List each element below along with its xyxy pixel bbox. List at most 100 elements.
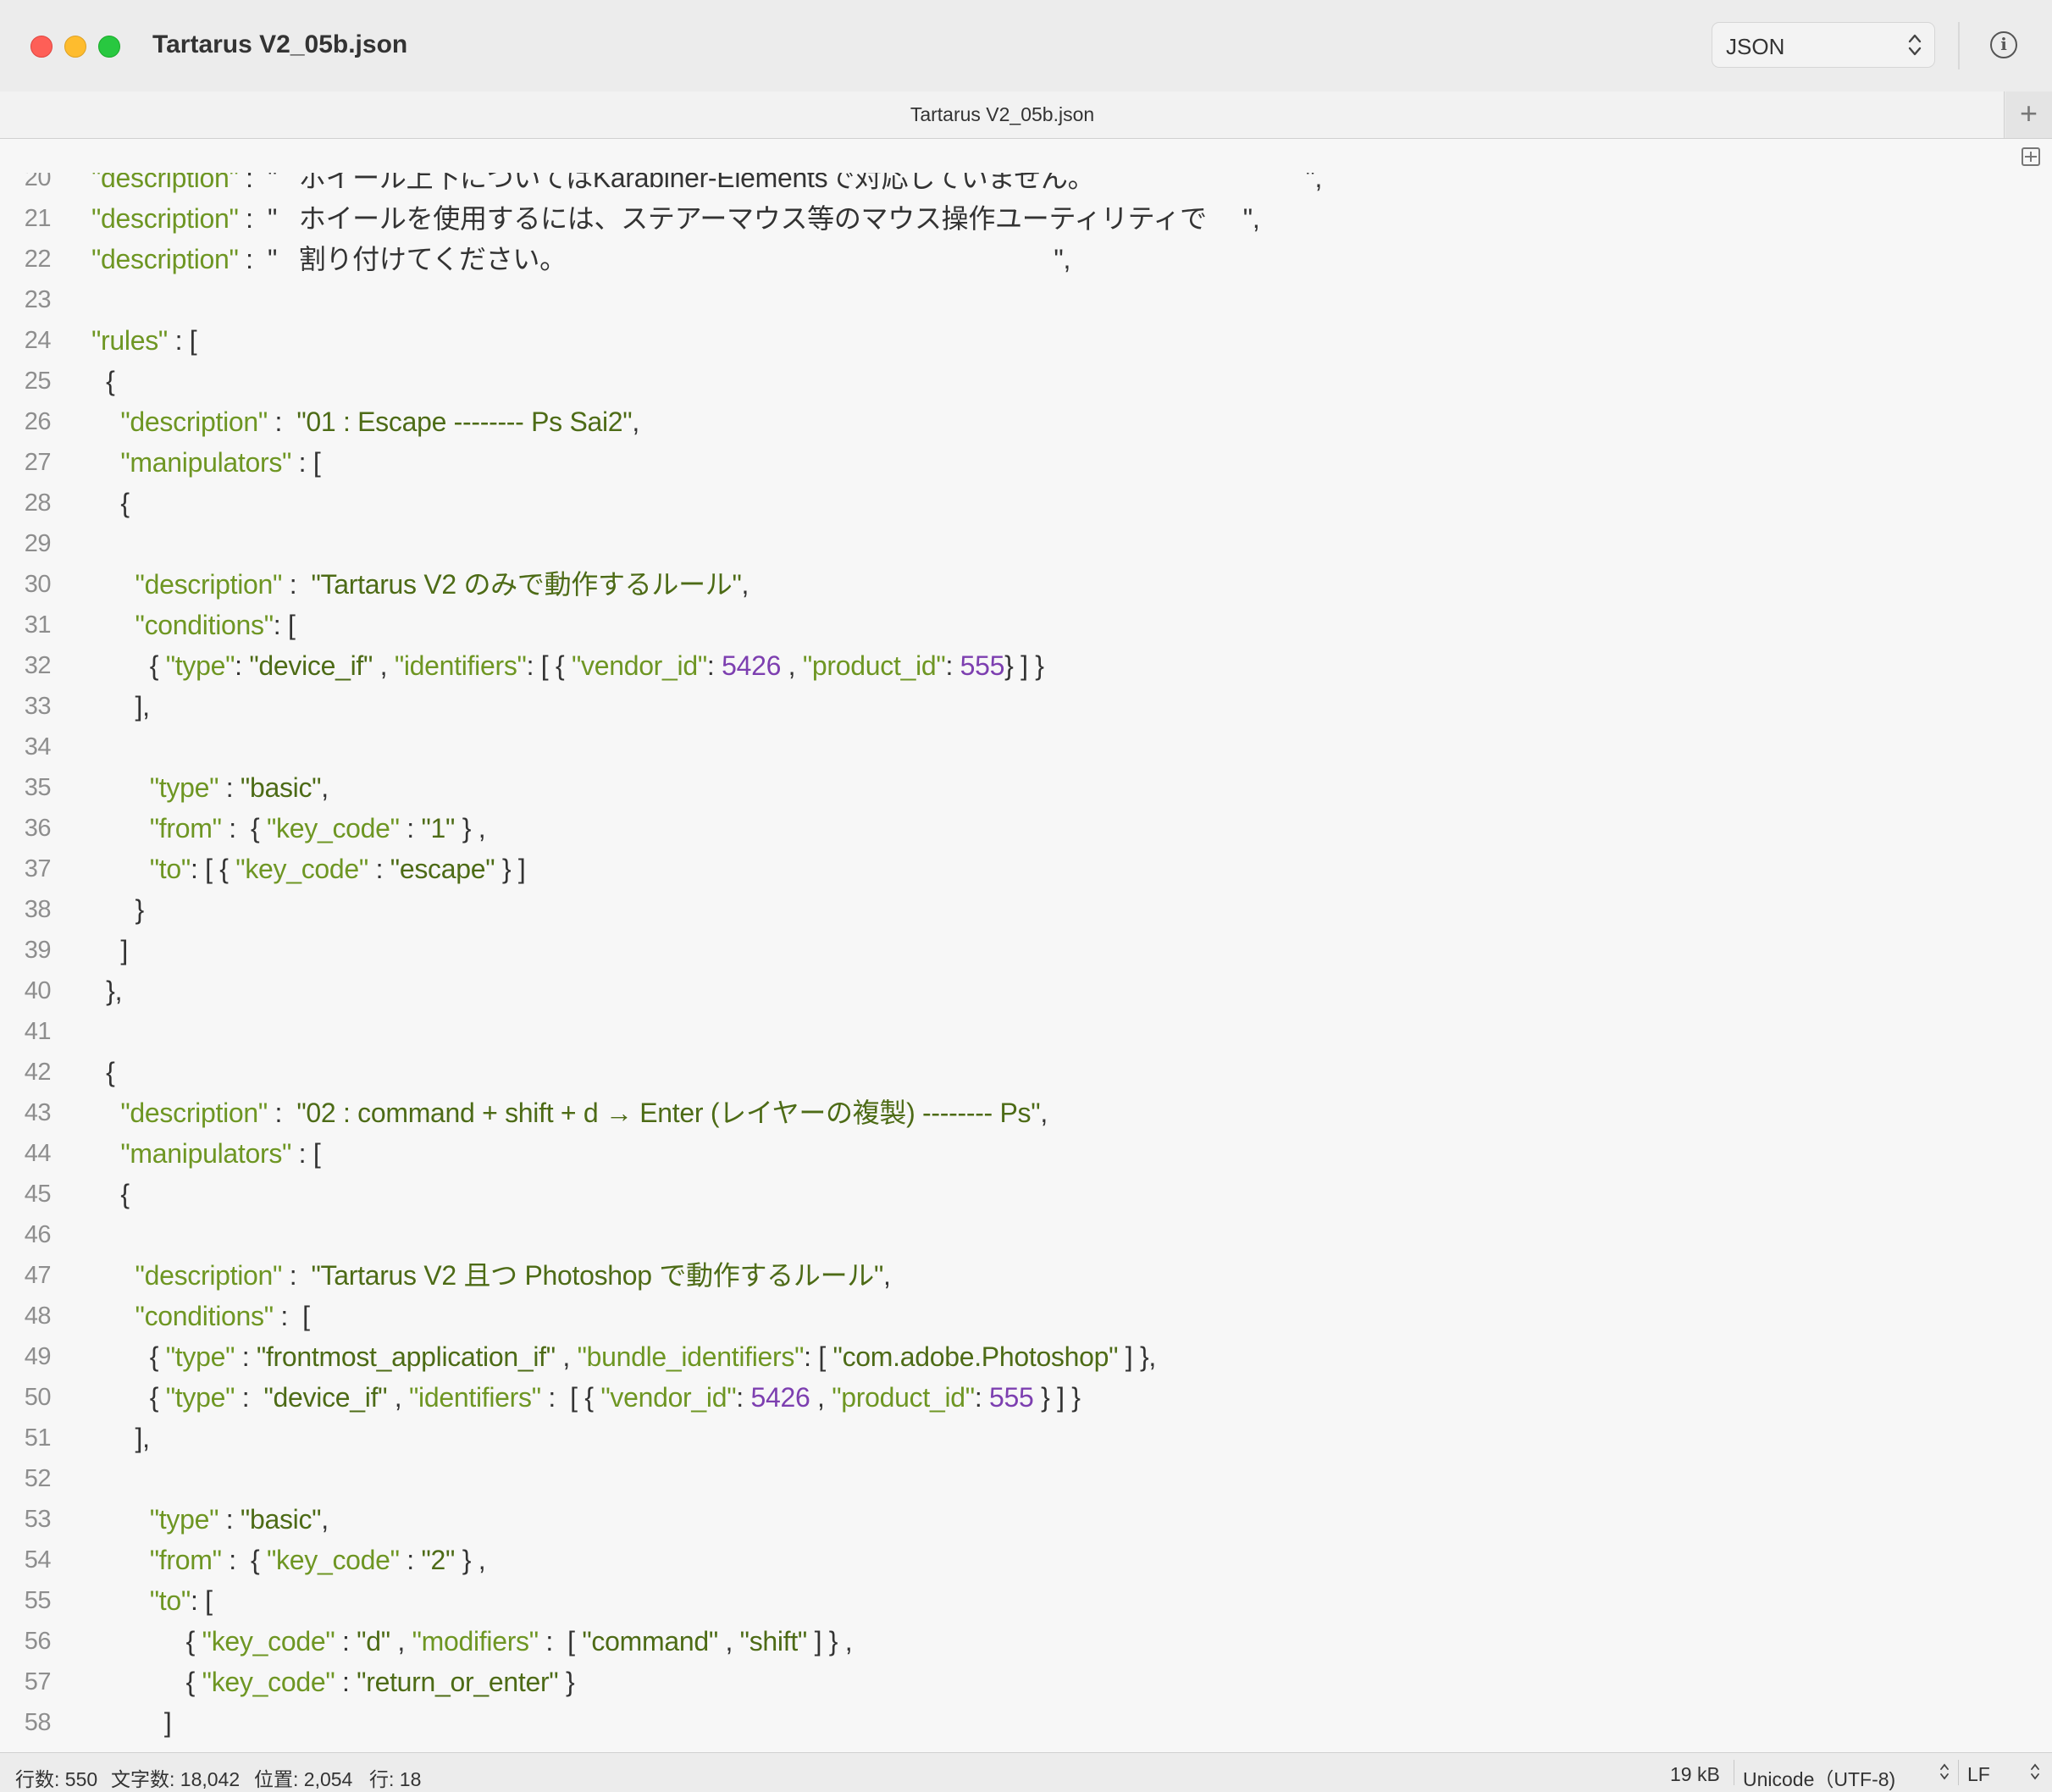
code-line[interactable]: 45 {: [0, 1174, 2052, 1214]
code-text[interactable]: {: [91, 361, 115, 401]
code-line[interactable]: 49 { "type" : "frontmost_application_if"…: [0, 1336, 2052, 1377]
code-text[interactable]: }: [91, 1743, 145, 1752]
code-line[interactable]: 26 "description" : "01 : Escape --------…: [0, 401, 2052, 442]
title-bar[interactable]: Tartarus V2_05b.json JSON i: [0, 0, 2052, 91]
code-lines[interactable]: 20 "description" : " ホイール上下についてはKarabiner…: [0, 158, 2052, 1752]
code-line[interactable]: 39 ]: [0, 930, 2052, 971]
line-ending-select[interactable]: LF: [1967, 1763, 1990, 1786]
code-line[interactable]: 58 ]: [0, 1702, 2052, 1743]
code-line[interactable]: 28 {: [0, 483, 2052, 523]
code-text[interactable]: ],: [91, 1418, 151, 1458]
code-line[interactable]: 52: [0, 1458, 2052, 1499]
code-text[interactable]: ],: [91, 686, 151, 727]
code-text[interactable]: }: [91, 889, 145, 930]
line-number: 36: [24, 815, 52, 842]
json-punctuation: ,: [717, 1626, 740, 1656]
code-text[interactable]: "description" : "Tartarus V2 且つ Photosho…: [91, 1255, 891, 1296]
info-icon[interactable]: i: [1990, 31, 2017, 58]
json-punctuation: : [: [273, 1301, 310, 1331]
json-key: "from": [91, 813, 222, 843]
code-line[interactable]: 31 "conditions": [: [0, 605, 2052, 645]
close-window-button[interactable]: [30, 36, 53, 58]
code-text[interactable]: },: [91, 971, 122, 1011]
code-text[interactable]: "manipulators" : [: [91, 1133, 320, 1174]
code-line[interactable]: 54 "from" : { "key_code" : "2" } ,: [0, 1540, 2052, 1580]
json-punctuation: :: [235, 1341, 257, 1372]
code-text[interactable]: "description" : "Tartarus V2 のみで動作するルール"…: [91, 564, 749, 605]
code-line[interactable]: 30 "description" : "Tartarus V2 のみで動作するル…: [0, 564, 2052, 605]
encoding-select[interactable]: Unicode（UTF-8): [1743, 1763, 1895, 1792]
code-text[interactable]: {: [91, 1174, 130, 1214]
tab-document[interactable]: Tartarus V2_05b.json: [0, 91, 2005, 138]
line-number: 28: [24, 489, 52, 517]
code-line[interactable]: 55 "to": [: [0, 1580, 2052, 1621]
code-line[interactable]: 36 "from" : { "key_code" : "1" } ,: [0, 808, 2052, 849]
code-line[interactable]: 57 { "key_code" : "return_or_enter" }: [0, 1662, 2052, 1702]
code-line[interactable]: 23: [0, 279, 2052, 320]
code-line[interactable]: 46: [0, 1214, 2052, 1255]
code-text[interactable]: "description" : "01 : Escape -------- Ps…: [91, 401, 639, 442]
code-text[interactable]: "type" : "basic",: [91, 767, 329, 808]
code-text[interactable]: "conditions": [: [91, 605, 296, 645]
syntax-mode-select[interactable]: JSON: [1712, 22, 1935, 68]
line-number: 21: [24, 205, 52, 232]
code-text[interactable]: { "type": "device_if" , "identifiers": […: [91, 645, 1044, 686]
code-line[interactable]: 24 "rules" : [: [0, 320, 2052, 361]
code-text[interactable]: "manipulators" : [: [91, 442, 320, 483]
code-line[interactable]: 34: [0, 727, 2052, 767]
code-line[interactable]: 37 "to": [ { "key_code" : "escape" } ]: [0, 849, 2052, 889]
code-line[interactable]: 22 "description" : " 割り付けてください。 ",: [0, 239, 2052, 279]
code-text[interactable]: { "key_code" : "return_or_enter" }: [91, 1662, 575, 1702]
code-line[interactable]: 44 "manipulators" : [: [0, 1133, 2052, 1174]
code-text[interactable]: {: [91, 1052, 115, 1092]
line-number: 45: [24, 1181, 52, 1208]
editor-top-strip: [0, 139, 2052, 173]
code-line[interactable]: 21 "description" : " ホイールを使用するには、ステアーマウス等…: [0, 198, 2052, 239]
json-punctuation: :: [399, 813, 422, 843]
code-line[interactable]: 53 "type" : "basic",: [0, 1499, 2052, 1540]
code-text[interactable]: "from" : { "key_code" : "2" } ,: [91, 1540, 486, 1580]
code-text[interactable]: { "type" : "device_if" , "identifiers" :…: [91, 1377, 1081, 1418]
text-editor[interactable]: 20 "description" : " ホイール上下についてはKarabiner…: [0, 139, 2052, 1752]
code-text[interactable]: {: [91, 483, 130, 523]
code-text[interactable]: "description" : " 割り付けてください。 ",: [91, 239, 1070, 279]
code-line[interactable]: 35 "type" : "basic",: [0, 767, 2052, 808]
code-text[interactable]: { "type" : "frontmost_application_if" , …: [91, 1336, 1157, 1377]
code-text[interactable]: "description" : " ホイールを使用するには、ステアーマウス等のマ…: [91, 198, 1260, 239]
code-text[interactable]: "from" : { "key_code" : "1" } ,: [91, 808, 486, 849]
code-line[interactable]: 50 { "type" : "device_if" , "identifiers…: [0, 1377, 2052, 1418]
zoom-window-button[interactable]: [98, 36, 120, 58]
code-text[interactable]: "type" : "basic",: [91, 1499, 329, 1540]
code-line[interactable]: 48 "conditions" : [: [0, 1296, 2052, 1336]
encoding-chevron-icon[interactable]: [1939, 1762, 1950, 1782]
code-line[interactable]: 59 }: [0, 1743, 2052, 1752]
code-line[interactable]: 32 { "type": "device_if" , "identifiers"…: [0, 645, 2052, 686]
code-line[interactable]: 29: [0, 523, 2052, 564]
code-line[interactable]: 47 "description" : "Tartarus V2 且つ Photo…: [0, 1255, 2052, 1296]
code-text[interactable]: "rules" : [: [91, 320, 197, 361]
line-ending-chevron-icon[interactable]: [2030, 1762, 2040, 1782]
code-text[interactable]: ]: [91, 930, 128, 971]
add-tab-button[interactable]: +: [2005, 91, 2052, 138]
code-line[interactable]: 43 "description" : "02 : command + shift…: [0, 1092, 2052, 1133]
code-line[interactable]: 40 },: [0, 971, 2052, 1011]
code-line[interactable]: 42 {: [0, 1052, 2052, 1092]
code-text[interactable]: "to": [: [91, 1580, 213, 1621]
code-line[interactable]: 56 { "key_code" : "d" , "modifiers" : [ …: [0, 1621, 2052, 1662]
chevron-updown-icon: [1908, 34, 1922, 56]
code-line[interactable]: 38 }: [0, 889, 2052, 930]
code-line[interactable]: 41: [0, 1011, 2052, 1052]
json-punctuation: : {: [221, 1545, 267, 1575]
code-line[interactable]: 33 ],: [0, 686, 2052, 727]
code-line[interactable]: 25 {: [0, 361, 2052, 401]
minimize-window-button[interactable]: [64, 36, 86, 58]
code-text[interactable]: "description" : "02 : command + shift + …: [91, 1092, 1048, 1133]
char-count: 文字数: 18,042: [111, 1768, 241, 1790]
code-text[interactable]: "conditions" : [: [91, 1296, 311, 1336]
split-editor-icon[interactable]: [2022, 147, 2040, 166]
code-line[interactable]: 27 "manipulators" : [: [0, 442, 2052, 483]
code-text[interactable]: "to": [ { "key_code" : "escape" } ]: [91, 849, 526, 889]
code-line[interactable]: 51 ],: [0, 1418, 2052, 1458]
code-text[interactable]: { "key_code" : "d" , "modifiers" : [ "co…: [91, 1621, 853, 1662]
code-text[interactable]: ]: [91, 1702, 172, 1743]
